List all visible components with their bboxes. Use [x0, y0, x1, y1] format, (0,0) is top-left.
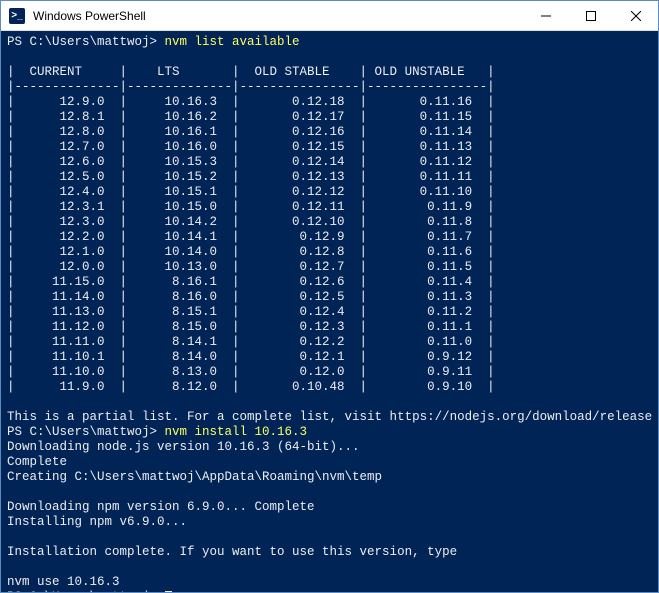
maximize-icon — [586, 11, 596, 21]
powershell-icon: >_ — [9, 8, 25, 24]
close-button[interactable] — [613, 1, 658, 30]
maximize-button[interactable] — [568, 1, 613, 30]
minimize-icon — [541, 11, 551, 21]
powershell-window: >_ Windows PowerShell PS C:\Users\mattwo… — [0, 0, 659, 593]
minimize-button[interactable] — [523, 1, 568, 30]
close-icon — [631, 11, 641, 21]
window-controls — [523, 1, 658, 30]
titlebar[interactable]: >_ Windows PowerShell — [1, 1, 658, 31]
terminal-output[interactable]: PS C:\Users\mattwoj> nvm list available … — [1, 31, 658, 592]
window-title: Windows PowerShell — [33, 9, 523, 23]
